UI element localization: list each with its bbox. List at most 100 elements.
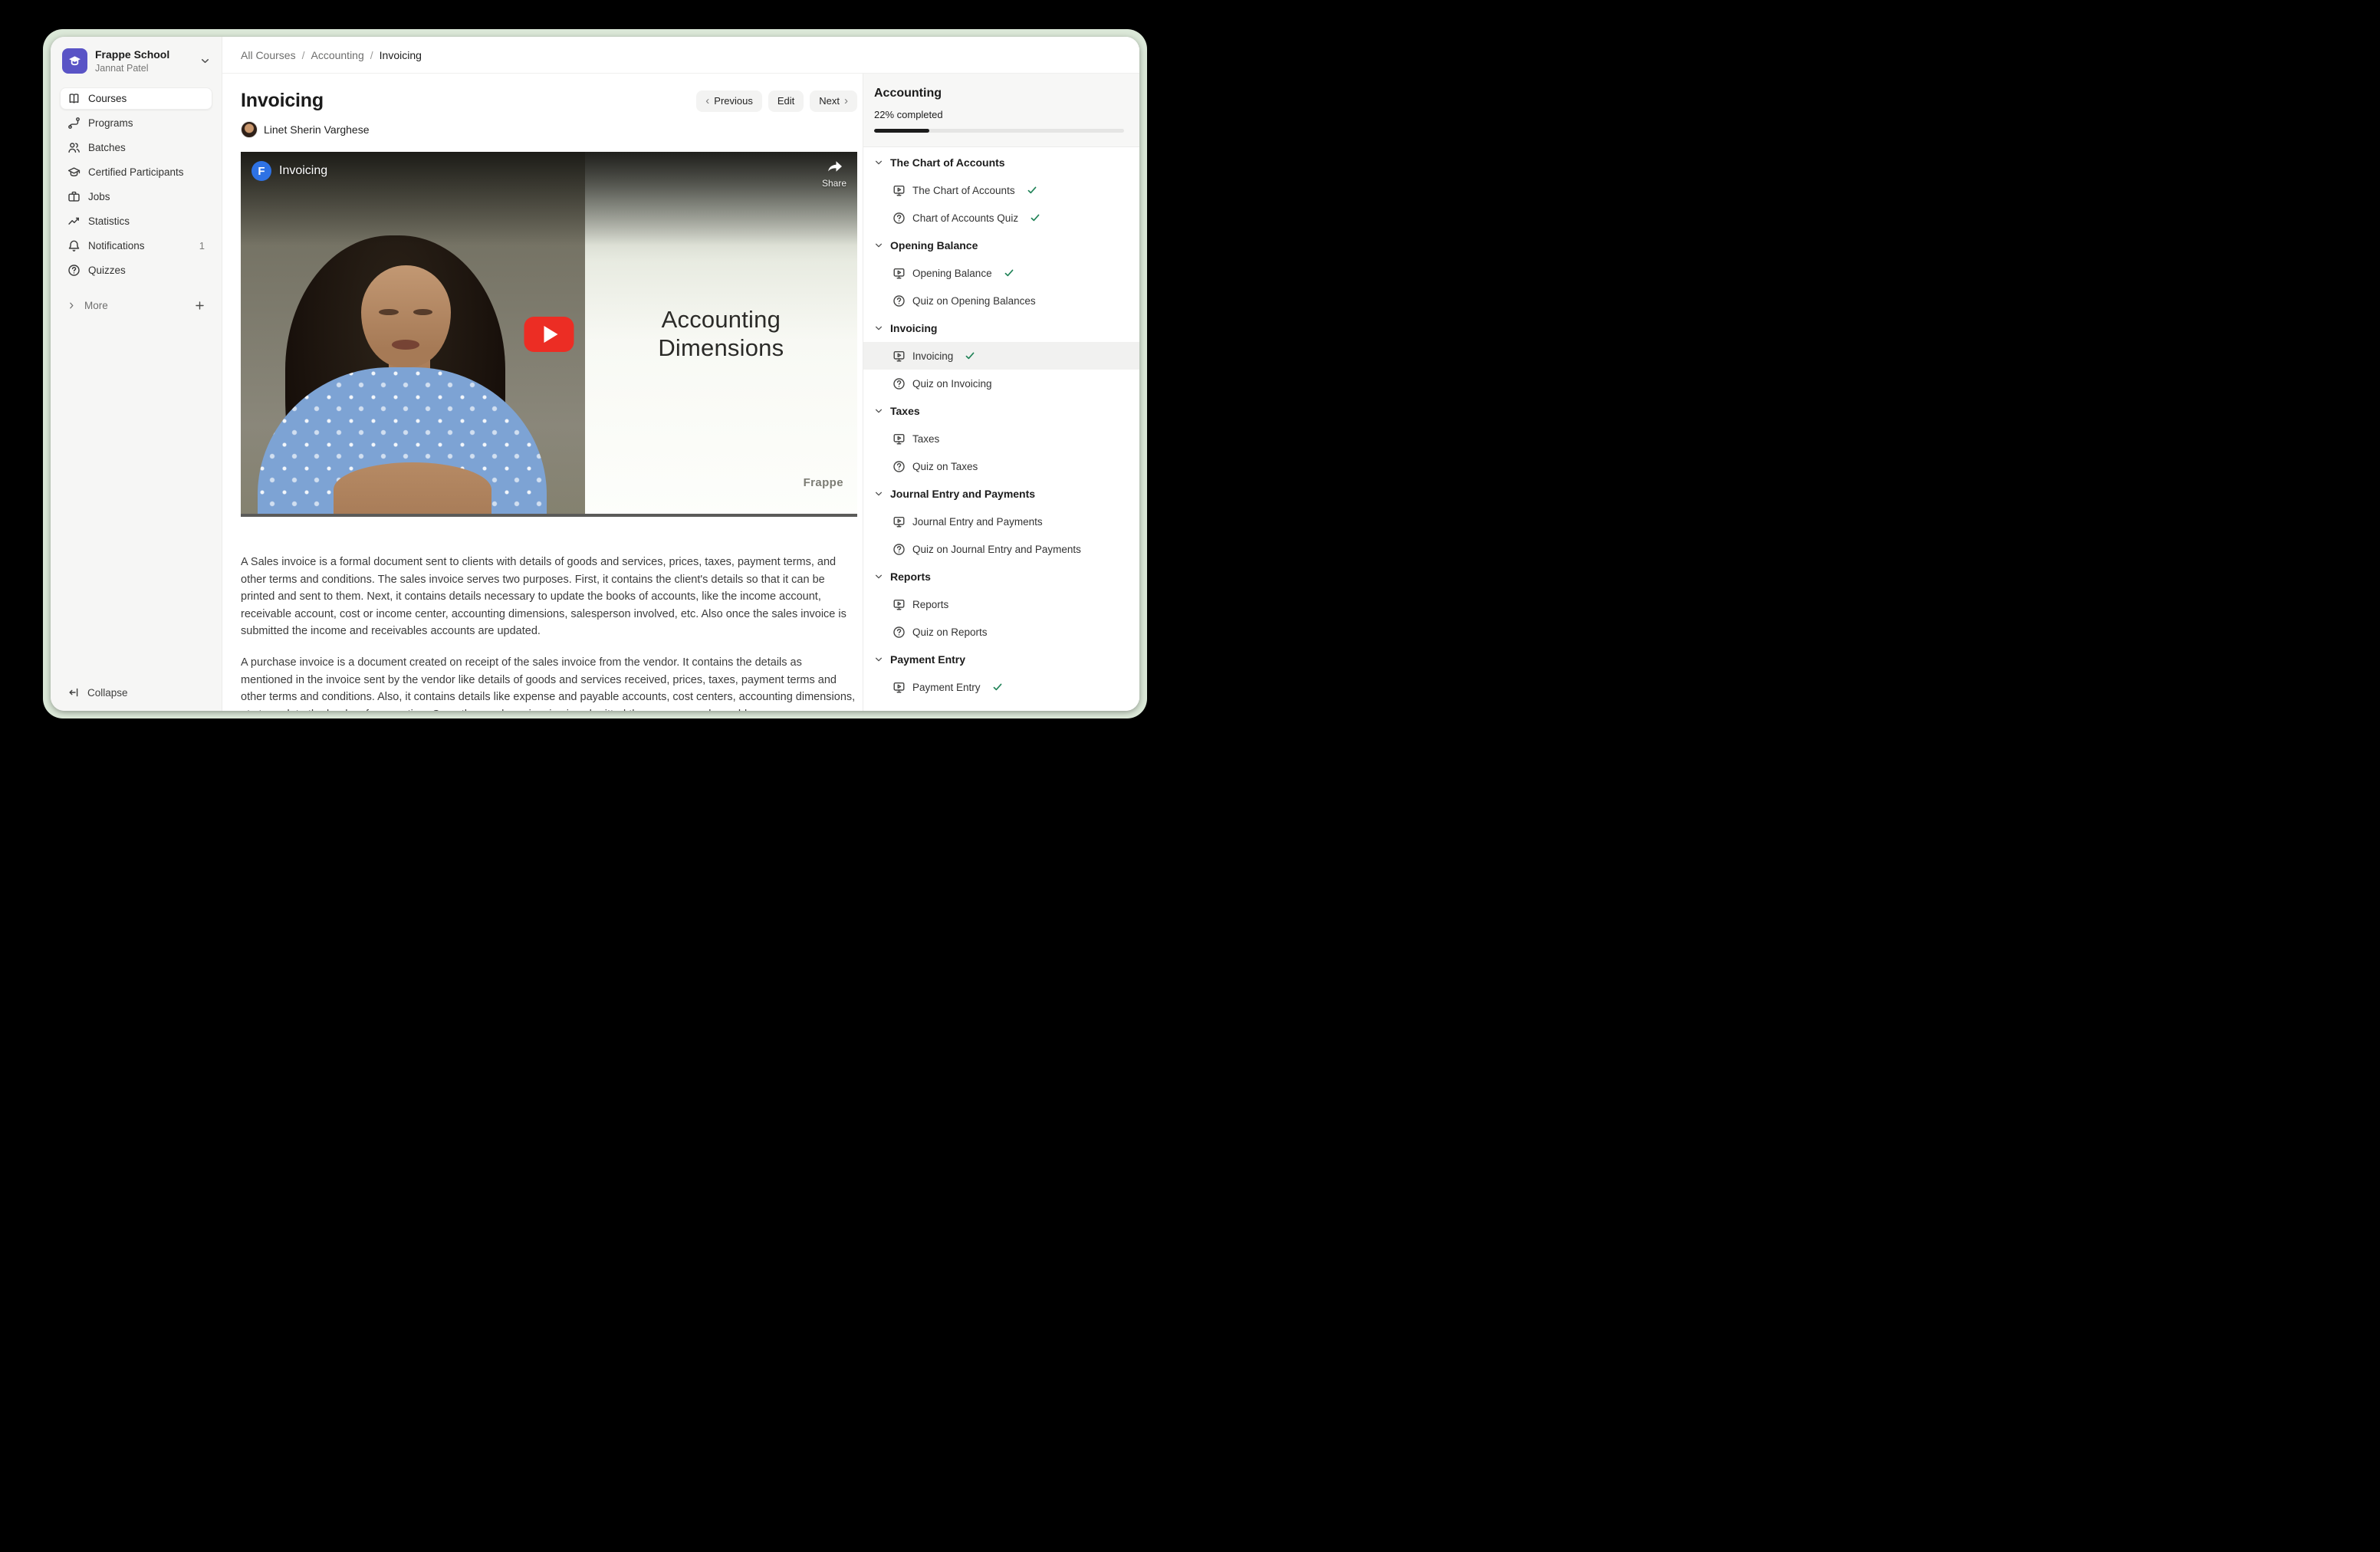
sidebar-item-label: Notifications (88, 240, 192, 252)
breadcrumb-current: Invoicing (380, 49, 422, 61)
sidebar-item-programs[interactable]: Programs (60, 112, 212, 134)
outline-item-label: Invoicing (912, 350, 953, 362)
sidebar-item-batches[interactable]: Batches (60, 136, 212, 159)
video-title-link[interactable]: Invoicing (279, 164, 327, 178)
play-button[interactable] (524, 317, 574, 352)
outline-lesson-payment-entry[interactable]: Payment Entry (863, 673, 1139, 701)
lesson-paragraph-2: A purchase invoice is a document created… (241, 654, 856, 711)
outline-lesson-journal-entry-and-payments[interactable]: Journal Entry and Payments (863, 508, 1139, 535)
frappe-watermark: Frappe (804, 476, 843, 489)
outline-lesson-reports[interactable]: Reports (863, 590, 1139, 618)
presenter-mouth (392, 340, 419, 349)
slide-line-1: Accounting (585, 305, 857, 334)
outline-chapter-invoicing[interactable]: Invoicing (863, 314, 1139, 342)
sidebar-item-label: Courses (88, 93, 205, 104)
outline-quiz-chart-of-accounts-quiz[interactable]: Chart of Accounts Quiz (863, 204, 1139, 232)
collapse-button[interactable]: Collapse (51, 676, 222, 711)
sidebar-item-label: Jobs (88, 191, 205, 202)
collapse-left-icon (67, 686, 80, 699)
completed-check-icon (1004, 268, 1014, 278)
next-button[interactable]: Next › (810, 90, 857, 112)
previous-button[interactable]: ‹ Previous (696, 90, 762, 112)
outline-quiz-quiz-on-journal-entry-and-payments[interactable]: Quiz on Journal Entry and Payments (863, 535, 1139, 563)
sidebar-item-quizzes[interactable]: Quizzes (60, 259, 212, 281)
briefcase-icon (67, 190, 81, 203)
chevron-down-icon (199, 55, 211, 67)
presenter-face (361, 265, 451, 367)
outline-chapter-reports[interactable]: Reports (863, 563, 1139, 590)
sidebar-item-label: Statistics (88, 215, 205, 227)
course-title: Accounting (874, 87, 1124, 100)
sidebar-more-label: More (84, 300, 108, 311)
chapter-title: Reports (890, 570, 931, 583)
video-player[interactable]: Accounting Dimensions Frappe F Invoicing (241, 152, 857, 517)
sidebar-item-statistics[interactable]: Statistics (60, 210, 212, 232)
edit-button[interactable]: Edit (768, 90, 804, 112)
sidebar-item-notifications[interactable]: Notifications1 (60, 235, 212, 257)
chevron-down-icon (874, 572, 883, 581)
sidebar-item-jobs[interactable]: Jobs (60, 186, 212, 208)
outline-item-label: Quiz on Taxes (912, 461, 978, 472)
lesson-content: Invoicing ‹ Previous Edit Ne (222, 74, 863, 711)
outline-item-label: Quiz on Opening Balances (912, 295, 1036, 307)
chapter-title: Journal Entry and Payments (890, 488, 1035, 500)
breadcrumb-bar: All Courses / Accounting / Invoicing (222, 37, 1139, 74)
course-outline-list: The Chart of Accounts The Chart of Accoun… (863, 147, 1139, 711)
outline-quiz-quiz-on-invoicing[interactable]: Quiz on Invoicing (863, 370, 1139, 397)
progress-fill (874, 129, 929, 133)
monitor-play-icon (893, 515, 906, 528)
monitor-play-icon (893, 681, 906, 694)
outline-item-label: The Chart of Accounts (912, 185, 1015, 196)
bell-icon (67, 239, 81, 252)
outline-quiz-quiz-on-reports[interactable]: Quiz on Reports (863, 618, 1139, 646)
outline-lesson-invoicing[interactable]: Invoicing (863, 342, 1139, 370)
outline-item-label: Quiz on Invoicing (912, 378, 992, 390)
author-name: Linet Sherin Varghese (264, 123, 370, 136)
completed-check-icon (965, 350, 975, 361)
monitor-play-icon (893, 598, 906, 611)
users-icon (67, 141, 81, 154)
trending-up-icon (67, 215, 81, 228)
content-row: Invoicing ‹ Previous Edit Ne (222, 74, 1139, 711)
sidebar-item-label: Quizzes (88, 265, 205, 276)
slide-area: Accounting Dimensions Frappe (585, 152, 857, 517)
share-button[interactable]: Share (822, 159, 846, 189)
chapter-title: The Chart of Accounts (890, 156, 1005, 169)
sidebar-item-more[interactable]: More (51, 294, 222, 317)
workspace-switcher[interactable]: Frappe School Jannat Patel (51, 37, 222, 83)
route-icon (67, 117, 81, 130)
outline-lesson-taxes[interactable]: Taxes (863, 425, 1139, 452)
completed-check-icon (1027, 185, 1037, 196)
outline-lesson-the-chart-of-accounts[interactable]: The Chart of Accounts (863, 176, 1139, 204)
outline-chapter-payment-entry[interactable]: Payment Entry (863, 646, 1139, 673)
outline-lesson-opening-balance[interactable]: Opening Balance (863, 259, 1139, 287)
outline-chapter-opening-balance[interactable]: Opening Balance (863, 232, 1139, 259)
sidebar-item-label: Batches (88, 142, 205, 153)
breadcrumb-accounting[interactable]: Accounting (311, 49, 363, 61)
sidebar-item-courses[interactable]: Courses (60, 87, 212, 110)
outline-quiz-quiz-on-opening-balances[interactable]: Quiz on Opening Balances (863, 287, 1139, 314)
outline-item-label: Chart of Accounts Quiz (912, 212, 1018, 224)
slide-line-2: Dimensions (585, 334, 857, 362)
outline-quiz-quiz-on-taxes[interactable]: Quiz on Taxes (863, 452, 1139, 480)
outline-chapter-journal-entry-and-payments[interactable]: Journal Entry and Payments (863, 480, 1139, 508)
author-row: Linet Sherin Varghese (241, 121, 858, 138)
question-circle-icon (893, 212, 906, 225)
sidebar: Frappe School Jannat Patel Courses Progra… (51, 37, 222, 711)
channel-avatar[interactable]: F (251, 161, 271, 181)
sidebar-item-label: Certified Participants (88, 166, 205, 178)
sidebar-item-certified-participants[interactable]: Certified Participants (60, 161, 212, 183)
outline-chapter-the-chart-of-accounts[interactable]: The Chart of Accounts (863, 149, 1139, 176)
monitor-play-icon (893, 432, 906, 446)
workspace-name: Frappe School (95, 48, 169, 61)
progress-label: 22% completed (874, 109, 1124, 120)
slide-title: Accounting Dimensions (585, 305, 857, 362)
presenter-hands (334, 462, 491, 517)
completed-check-icon (1030, 212, 1040, 223)
chevron-down-icon (874, 158, 883, 167)
add-button[interactable] (194, 300, 205, 311)
workspace-info: Frappe School Jannat Patel (95, 48, 192, 74)
breadcrumb-all-courses[interactable]: All Courses (241, 49, 296, 61)
graduation-cap-icon (67, 166, 81, 179)
outline-chapter-taxes[interactable]: Taxes (863, 397, 1139, 425)
